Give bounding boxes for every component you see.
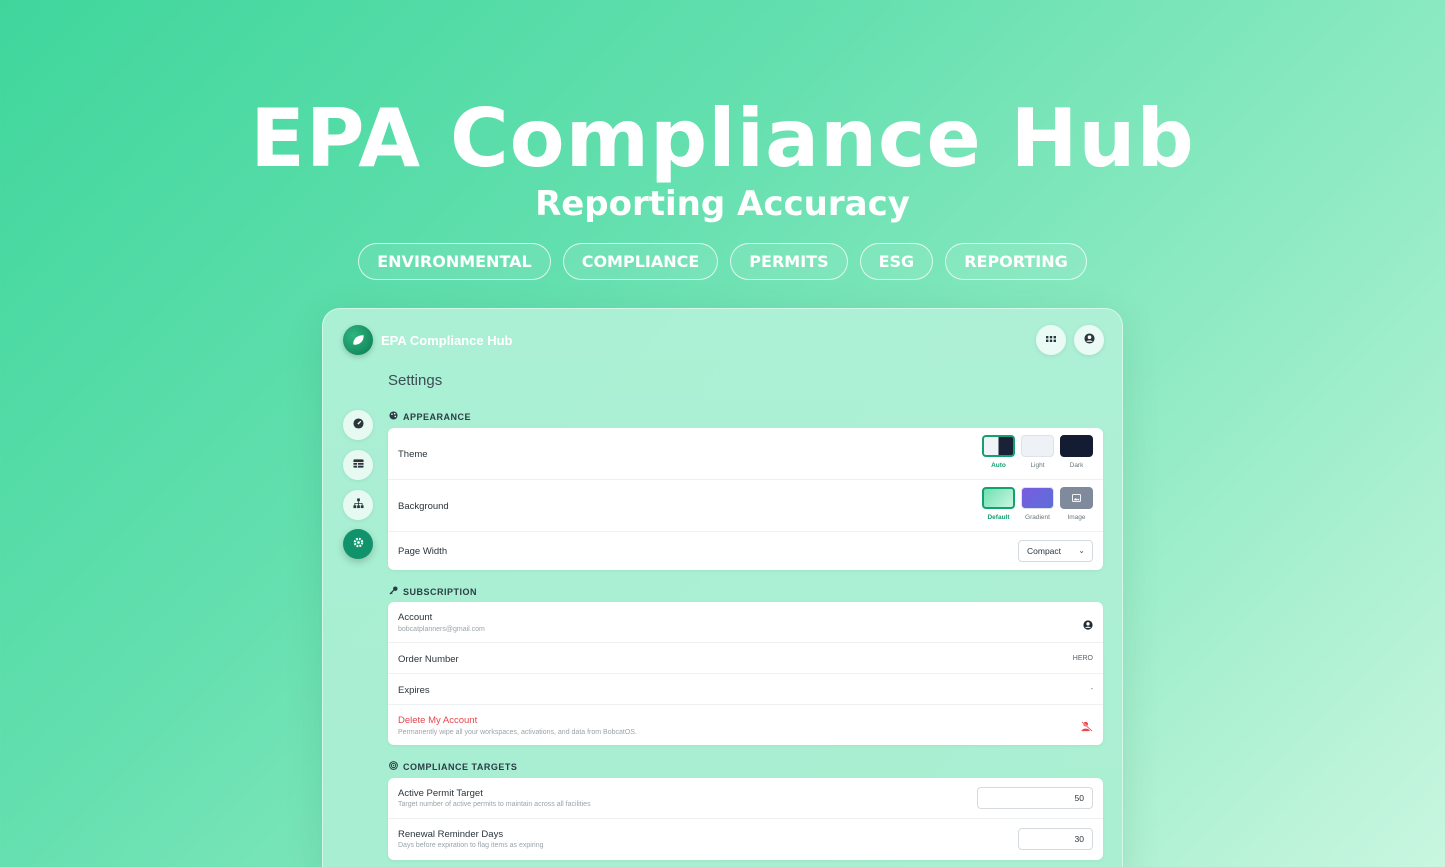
active-permit-label: Active Permit Target — [398, 788, 483, 799]
order-number-label: Order Number — [398, 654, 459, 665]
apps-grid-button[interactable] — [1036, 325, 1066, 355]
palette-icon — [389, 411, 398, 422]
gear-icon — [353, 535, 364, 553]
key-icon — [389, 586, 398, 597]
compliance-targets-section-label: COMPLIANCE TARGETS — [389, 761, 517, 772]
order-number-row: Order Number HERO — [388, 643, 1103, 674]
org-chart-icon — [352, 496, 364, 514]
appearance-card: Theme Auto Light Dark Background Default… — [388, 428, 1103, 570]
theme-options: Auto Light Dark — [982, 435, 1093, 469]
user-delete-icon[interactable] — [1081, 719, 1093, 737]
user-circle-icon — [1083, 331, 1095, 349]
expires-value: - — [1090, 686, 1093, 693]
delete-account-desc: Permanently wipe all your workspaces, ac… — [398, 729, 637, 736]
subscription-label-text: SUBSCRIPTION — [403, 586, 478, 597]
sidebar-item-org[interactable] — [343, 490, 373, 520]
theme-auto-label: Auto — [991, 462, 1006, 469]
app-name: EPA Compliance Hub — [381, 333, 513, 348]
page-title: Settings — [388, 372, 443, 389]
target-icon — [389, 761, 398, 772]
hero-title: EPA Compliance Hub — [250, 92, 1195, 185]
subscription-card: Account bobcatplanners@gmail.com Order N… — [388, 602, 1103, 745]
sidebar-item-settings[interactable] — [343, 529, 373, 559]
background-option-gradient[interactable]: Gradient — [1021, 487, 1054, 521]
page-width-label: Page Width — [398, 546, 448, 557]
background-options: Default Gradient Image — [982, 487, 1093, 521]
renewal-reminder-row: Renewal Reminder Days Days before expira… — [388, 819, 1103, 860]
subscription-section-label: SUBSCRIPTION — [389, 586, 477, 597]
background-gradient-label: Gradient — [1025, 514, 1050, 521]
appearance-section-label: APPEARANCE — [389, 411, 471, 422]
tag-compliance: COMPLIANCE — [562, 243, 719, 280]
order-number-value: HERO — [1072, 655, 1093, 662]
tag-esg: ESG — [859, 243, 934, 280]
theme-dark-swatch[interactable] — [1060, 435, 1093, 457]
background-default-label: Default — [987, 514, 1010, 521]
apps-grid-icon — [1046, 331, 1056, 349]
compliance-targets-label-text: COMPLIANCE TARGETS — [403, 761, 518, 772]
sidebar-item-dashboard[interactable] — [343, 410, 373, 440]
delete-account-label[interactable]: Delete My Account — [398, 715, 477, 726]
theme-auto-swatch[interactable] — [982, 435, 1015, 457]
appearance-label-text: APPEARANCE — [403, 411, 472, 422]
renewal-reminder-label: Renewal Reminder Days — [398, 829, 504, 840]
compliance-targets-card: Active Permit Target Target number of ac… — [388, 778, 1103, 860]
background-row: Background Default Gradient Image — [388, 480, 1103, 532]
background-option-default[interactable]: Default — [982, 487, 1015, 521]
active-permit-desc: Target number of active permits to maint… — [398, 801, 591, 808]
theme-light-swatch[interactable] — [1021, 435, 1054, 457]
theme-dark-label: Dark — [1069, 462, 1084, 469]
delete-account-row[interactable]: Delete My Account Permanently wipe all y… — [388, 705, 1103, 745]
background-image-swatch[interactable] — [1060, 487, 1093, 509]
expires-row: Expires - — [388, 674, 1103, 705]
background-option-image[interactable]: Image — [1060, 487, 1093, 521]
account-label: Account — [398, 612, 433, 623]
leaf-icon[interactable] — [343, 325, 373, 355]
tag-reporting: REPORTING — [945, 243, 1087, 280]
renewal-reminder-desc: Days before expiration to flag items as … — [398, 842, 544, 849]
background-image-label: Image — [1067, 514, 1086, 521]
theme-light-label: Light — [1030, 462, 1045, 469]
page-width-value: Compact — [1027, 546, 1062, 556]
tag-list: ENVIRONMENTAL COMPLIANCE PERMITS ESG REP… — [0, 243, 1445, 280]
user-menu-button[interactable] — [1074, 325, 1104, 355]
theme-label: Theme — [398, 449, 428, 460]
app-window: EPA Compliance Hub Settings APPEARANCE T… — [322, 308, 1123, 867]
dashboard-gauge-icon — [352, 416, 364, 434]
background-gradient-swatch[interactable] — [1021, 487, 1054, 509]
page-width-row: Page Width Compact ⌄ — [388, 532, 1103, 570]
theme-option-dark[interactable]: Dark — [1060, 435, 1093, 469]
expires-label: Expires — [398, 685, 430, 696]
user-circle-icon[interactable] — [1083, 617, 1093, 635]
account-row: Account bobcatplanners@gmail.com — [388, 602, 1103, 643]
image-icon — [1072, 489, 1081, 507]
background-default-swatch[interactable] — [982, 487, 1015, 509]
theme-option-auto[interactable]: Auto — [982, 435, 1015, 469]
sidebar-item-table[interactable] — [343, 450, 373, 480]
page-width-select[interactable]: Compact ⌄ — [1018, 540, 1093, 562]
background-label: Background — [398, 501, 449, 512]
active-permit-input[interactable]: 50 — [977, 787, 1093, 809]
tag-permits: PERMITS — [730, 243, 848, 280]
tag-environmental: ENVIRONMENTAL — [358, 243, 551, 280]
table-icon — [352, 456, 364, 474]
theme-row: Theme Auto Light Dark — [388, 428, 1103, 480]
hero-subtitle: Reporting Accuracy — [535, 184, 910, 224]
renewal-reminder-input[interactable]: 30 — [1018, 828, 1093, 850]
active-permit-row: Active Permit Target Target number of ac… — [388, 778, 1103, 819]
account-email: bobcatplanners@gmail.com — [398, 626, 485, 633]
chevron-down-icon: ⌄ — [1078, 546, 1085, 555]
theme-option-light[interactable]: Light — [1021, 435, 1054, 469]
